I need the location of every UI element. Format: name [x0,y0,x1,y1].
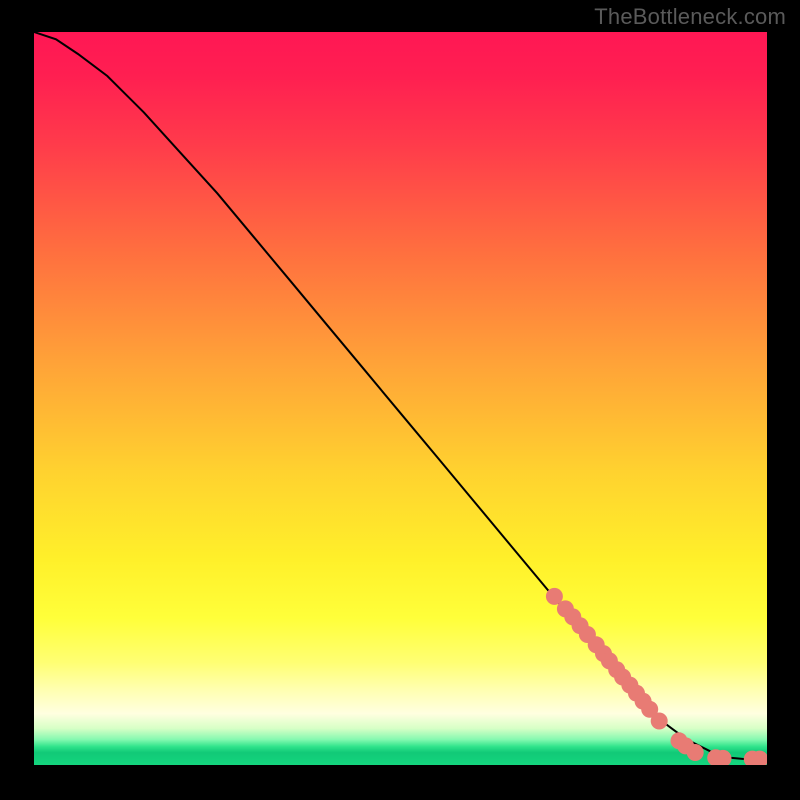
watermark-text: TheBottleneck.com [594,4,786,30]
curve-layer [34,32,767,765]
data-marker [687,744,704,761]
data-marker [651,713,668,730]
bottleneck-curve [34,32,767,760]
chart-frame: TheBottleneck.com [0,0,800,800]
marker-group [546,588,767,765]
plot-area [34,32,767,765]
